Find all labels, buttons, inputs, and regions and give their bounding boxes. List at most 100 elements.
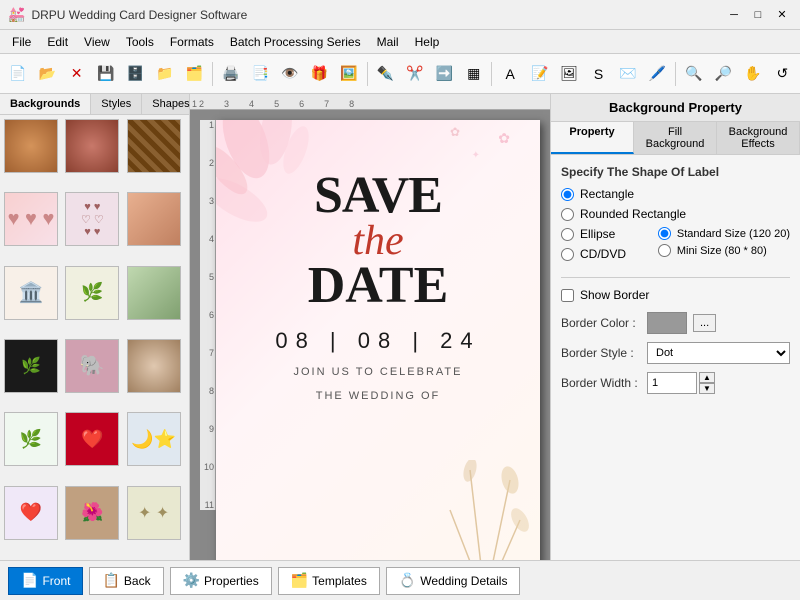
thumb-8[interactable]: 🌿 — [65, 266, 119, 320]
close-doc-button[interactable]: ✕ — [63, 60, 90, 88]
radio-mini-size[interactable] — [658, 244, 671, 257]
menu-tools[interactable]: Tools — [118, 33, 162, 51]
save-all-button[interactable]: 🗄️ — [122, 60, 149, 88]
menu-help[interactable]: Help — [407, 33, 448, 51]
radio-ellipse[interactable] — [561, 228, 574, 241]
save-button[interactable]: 💾 — [92, 60, 119, 88]
radio-ellipse-label[interactable]: Ellipse — [580, 227, 615, 241]
properties-button[interactable]: ⚙️ Properties — [170, 567, 272, 595]
menu-file[interactable]: File — [4, 33, 39, 51]
thumb-14[interactable]: ❤️ — [65, 412, 119, 466]
image-button[interactable]: 🖼️ — [335, 60, 362, 88]
left-panel: Backgrounds Styles Shapes ♥ ♥ ♥ ♥ ♥♡ ♡♥ … — [0, 94, 190, 560]
menu-edit[interactable]: Edit — [39, 33, 76, 51]
thumb-18[interactable]: ✦ ✦ — [127, 486, 181, 540]
crop-button[interactable]: ✂️ — [401, 60, 428, 88]
section-shape-label: Specify The Shape Of Label — [561, 165, 790, 179]
new-button[interactable]: 📄 — [4, 60, 31, 88]
thumb-2[interactable] — [65, 119, 119, 173]
right-tab-property[interactable]: Property — [551, 122, 634, 154]
front-button[interactable]: 📄 Front — [8, 567, 83, 595]
front-label: Front — [42, 574, 70, 588]
show-border-label[interactable]: Show Border — [580, 288, 649, 302]
radio-cddvd-label[interactable]: CD/DVD — [580, 247, 626, 261]
menu-mail[interactable]: Mail — [369, 33, 407, 51]
radio-cddvd[interactable] — [561, 248, 574, 261]
border-width-up[interactable]: ▲ — [699, 372, 715, 383]
border-color-swatch[interactable] — [647, 312, 687, 334]
border-width-row: Border Width : ▲ ▼ — [561, 372, 790, 394]
thumb-12[interactable] — [127, 339, 181, 393]
zoom-button[interactable]: 🔍 — [680, 60, 707, 88]
minimize-button[interactable]: ─ — [724, 5, 744, 25]
radio-rectangle[interactable] — [561, 188, 574, 201]
toolbar: 📄 📂 ✕ 💾 🗄️ 📁 🗂️ 🖨️ 📑 👁️ 🎁 🖼️ ✒️ ✂️ ➡️ ▦ … — [0, 54, 800, 94]
preview-button[interactable]: 👁️ — [276, 60, 303, 88]
thumb-9[interactable] — [127, 266, 181, 320]
border-style-row: Border Style : Dot Solid Dash DashDot Da… — [561, 342, 790, 364]
browse-button[interactable]: 🗂️ — [181, 60, 208, 88]
barcode-button[interactable]: ▦ — [460, 60, 487, 88]
print-setup-button[interactable]: 📑 — [247, 60, 274, 88]
border-width-input[interactable] — [647, 372, 697, 394]
menu-formats[interactable]: Formats — [162, 33, 222, 51]
tab-backgrounds[interactable]: Backgrounds — [0, 94, 91, 114]
thumb-3[interactable] — [127, 119, 181, 173]
radio-rounded-rectangle[interactable] — [561, 208, 574, 221]
floral-bottomright-icon — [430, 460, 540, 560]
right-tab-effects[interactable]: Background Effects — [717, 122, 800, 154]
thumb-15[interactable]: 🌙⭐ — [127, 412, 181, 466]
border-width-spinner-wrap: ▲ ▼ — [647, 372, 790, 394]
thumb-4[interactable]: ♥ ♥ ♥ — [4, 192, 58, 246]
gift-button[interactable]: 🎁 — [306, 60, 333, 88]
thumb-13[interactable]: 🌿 — [4, 412, 58, 466]
refresh-button[interactable]: ↺ — [769, 60, 796, 88]
border-width-down[interactable]: ▼ — [699, 383, 715, 394]
arrow-button[interactable]: ➡️ — [431, 60, 458, 88]
menu-view[interactable]: View — [76, 33, 118, 51]
thumb-11[interactable]: 🐘 — [65, 339, 119, 393]
back-button[interactable]: 📋 Back — [89, 567, 163, 595]
zoom2-button[interactable]: 🔎 — [710, 60, 737, 88]
right-tab-fill[interactable]: Fill Background — [634, 122, 717, 154]
templates-icon: 🗂️ — [291, 572, 308, 589]
border-color-button[interactable]: ... — [693, 314, 716, 332]
email-button[interactable]: ✉️ — [614, 60, 641, 88]
text2-button[interactable]: 📝 — [526, 60, 553, 88]
thumb-6[interactable] — [127, 192, 181, 246]
thumb-5[interactable]: ♥ ♥♡ ♡♥ ♥ — [65, 192, 119, 246]
radio-rounded-label[interactable]: Rounded Rectangle — [580, 207, 686, 221]
thumb-1[interactable] — [4, 119, 58, 173]
thumb-7[interactable]: 🏛️ — [4, 266, 58, 320]
border-style-select[interactable]: Dot Solid Dash DashDot DashDotDot — [647, 342, 790, 364]
menu-batch[interactable]: Batch Processing Series — [222, 33, 369, 51]
thumb-10[interactable]: 🌿 — [4, 339, 58, 393]
tab-styles[interactable]: Styles — [91, 94, 142, 114]
back-label: Back — [124, 574, 151, 588]
folder-button[interactable]: 📁 — [151, 60, 178, 88]
radio-rectangle-label[interactable]: Rectangle — [580, 187, 634, 201]
shape-button[interactable]: S — [585, 60, 612, 88]
radio-standard-label[interactable]: Standard Size (120 20) — [677, 228, 790, 240]
canvas-scroll[interactable]: 1 2 3 4 5 6 7 8 9 10 11 — [190, 110, 550, 560]
text-button[interactable]: A — [496, 60, 523, 88]
templates-button[interactable]: 🗂️ Templates — [278, 567, 380, 595]
thumb-17[interactable]: 🌺 — [65, 486, 119, 540]
sep2 — [367, 62, 368, 86]
card-canvas: ✿ ✦ ✿ SAVE the DATE 08 | 08 | 24 JOIN US… — [216, 120, 540, 560]
wedding-details-button[interactable]: 💍 Wedding Details — [386, 567, 521, 595]
radio-mini-label[interactable]: Mini Size (80 * 80) — [677, 245, 767, 257]
close-button[interactable]: ✕ — [772, 5, 792, 25]
hand-button[interactable]: ✋ — [739, 60, 766, 88]
radio-standard-size[interactable] — [658, 227, 671, 240]
pen-button[interactable]: ✒️ — [372, 60, 399, 88]
signature-button[interactable]: 🖊️ — [644, 60, 671, 88]
show-border-checkbox[interactable] — [561, 289, 574, 302]
card-content: SAVE the DATE 08 | 08 | 24 JOIN US TO CE… — [236, 170, 520, 402]
thumb-16[interactable]: ❤️ — [4, 486, 58, 540]
maximize-button[interactable]: □ — [748, 5, 768, 25]
panel-tabs: Backgrounds Styles Shapes — [0, 94, 189, 115]
image2-button[interactable]: 🖼 — [555, 60, 582, 88]
open-button[interactable]: 📂 — [33, 60, 60, 88]
print-button[interactable]: 🖨️ — [217, 60, 244, 88]
